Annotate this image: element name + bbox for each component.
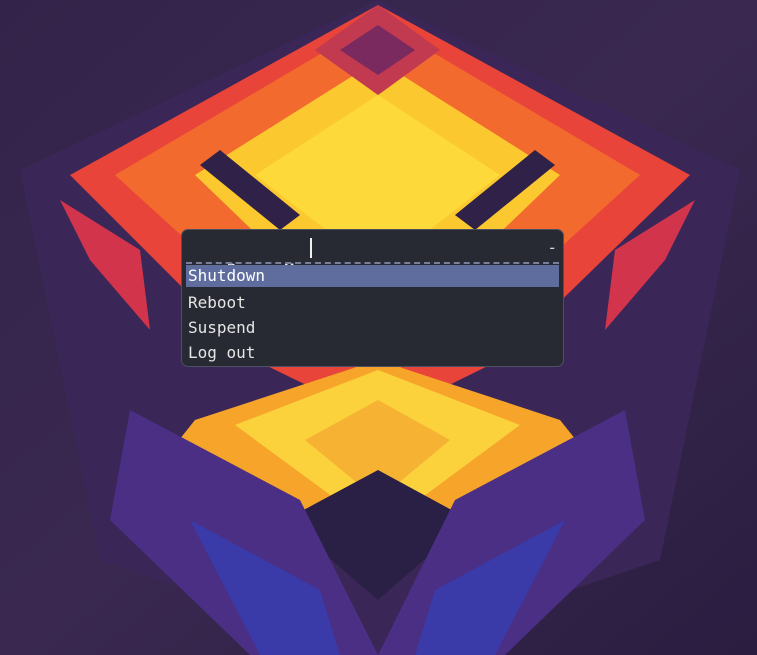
- menu-entry-reboot[interactable]: Reboot: [186, 290, 559, 315]
- menu-entry-shutdown[interactable]: Shutdown: [186, 265, 559, 287]
- menu-entry-list: Shutdown Reboot Suspend Log out: [186, 265, 559, 365]
- power-menu-window: Power Menu: - Shutdown Reboot Suspend Lo…: [181, 229, 564, 367]
- search-input[interactable]: [314, 237, 541, 259]
- text-cursor: [310, 238, 312, 258]
- menu-entry-suspend[interactable]: Suspend: [186, 315, 559, 340]
- separator: [186, 262, 559, 264]
- match-count-indicator: -: [547, 238, 557, 257]
- menu-entry-log-out[interactable]: Log out: [186, 340, 559, 365]
- prompt-row: Power Menu: -: [188, 237, 557, 279]
